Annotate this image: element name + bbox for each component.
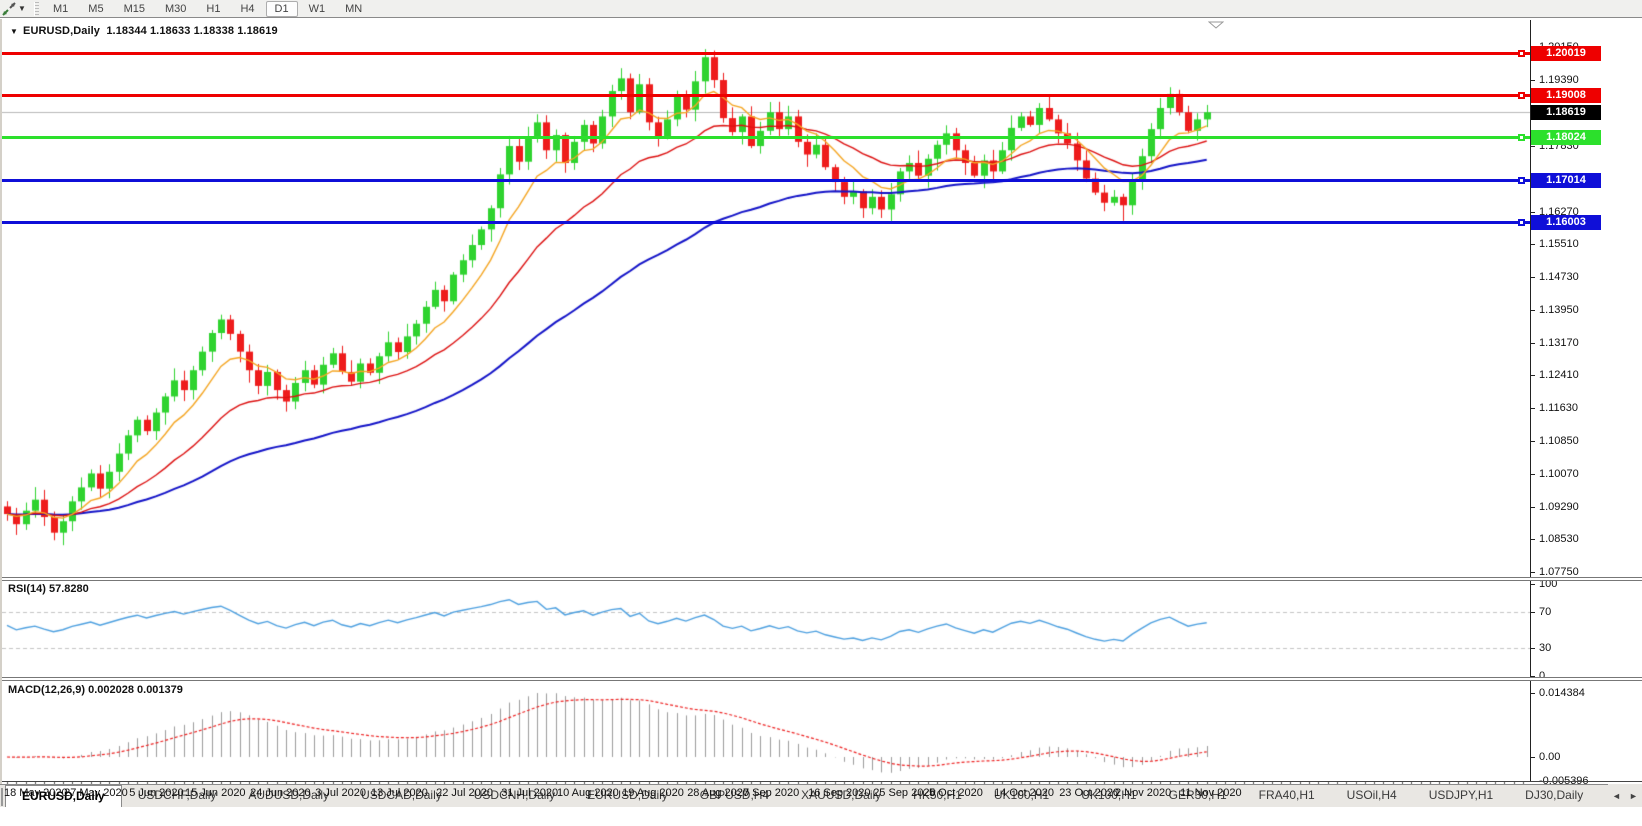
macd-axis-label: 0.00 xyxy=(1539,751,1560,763)
date-axis-label: 2 Nov 2020 xyxy=(1115,787,1171,799)
chart-tab-dj30-daily[interactable]: DJ30,Daily xyxy=(1509,785,1599,807)
rsi-splitter[interactable] xyxy=(2,577,1642,581)
price-axis-label: 1.09290 xyxy=(1539,501,1579,513)
date-axis-label: 23 Oct 2020 xyxy=(1059,787,1119,799)
resistance-line-handle[interactable] xyxy=(1518,50,1525,57)
price-axis-label: 1.10850 xyxy=(1539,435,1579,447)
chevron-down-icon[interactable]: ▼ xyxy=(18,4,30,13)
chart-title: ▼ EURUSD,Daily 1.18344 1.18633 1.18338 1.… xyxy=(10,25,278,37)
support-line-handle[interactable] xyxy=(1518,219,1525,226)
price-axis-label: 1.11630 xyxy=(1539,402,1578,414)
timeframe-button-h1[interactable]: H1 xyxy=(197,1,229,17)
rsi-label: RSI(14) 57.8280 xyxy=(8,583,89,595)
date-axis-label: 13 Jul 2020 xyxy=(371,787,428,799)
timeframe-button-w1[interactable]: W1 xyxy=(300,1,335,17)
date-axis-label: 31 Jul 2020 xyxy=(501,787,558,799)
support-line[interactable] xyxy=(2,179,1530,182)
macd-splitter[interactable] xyxy=(2,677,1642,681)
date-axis-label: 7 Sep 2020 xyxy=(743,787,799,799)
timeframe-button-m15[interactable]: M15 xyxy=(115,1,154,17)
timeframe-button-m5[interactable]: M5 xyxy=(79,1,112,17)
rsi-axis-label: 30 xyxy=(1539,642,1551,654)
support-line-handle[interactable] xyxy=(1518,177,1525,184)
tab-scroll-left-icon[interactable]: ◄ xyxy=(1612,791,1621,801)
date-axis-label: 3 Jul 2020 xyxy=(315,787,366,799)
timeframe-button-m30[interactable]: M30 xyxy=(156,1,195,17)
chart-tab-fra40-h1[interactable]: FRA40,H1 xyxy=(1243,785,1331,807)
rsi-axis-label: 70 xyxy=(1539,606,1551,618)
date-axis-label: 27 May 2020 xyxy=(64,787,128,799)
chart-shift-marker[interactable] xyxy=(1208,21,1224,29)
price-axis-label: 1.13950 xyxy=(1539,304,1579,316)
price-level-badge: 1.18024 xyxy=(1531,130,1601,145)
support-line[interactable] xyxy=(2,221,1530,224)
date-axis-label: 5 Oct 2020 xyxy=(929,787,983,799)
date-axis-label: 16 Sep 2020 xyxy=(808,787,870,799)
price-level-badge: 1.19008 xyxy=(1531,88,1601,103)
pivot-line-handle[interactable] xyxy=(1518,134,1525,141)
price-axis-label: 1.19390 xyxy=(1539,74,1579,86)
date-axis-label: 18 May 2020 xyxy=(4,787,68,799)
price-level-badge: 1.20019 xyxy=(1531,46,1601,61)
main-chart-canvas[interactable] xyxy=(2,20,1530,577)
price-axis-label: 1.12410 xyxy=(1539,369,1579,381)
chart-symbol-period: EURUSD,Daily xyxy=(23,25,100,37)
resistance-line[interactable] xyxy=(2,94,1530,97)
price-axis-label: 1.15510 xyxy=(1539,238,1579,250)
date-axis-label: 5 Jun 2020 xyxy=(129,787,183,799)
date-axis-label: 15 Jun 2020 xyxy=(185,787,246,799)
date-axis-label: 11 Nov 2020 xyxy=(1180,787,1242,799)
chart-collapse-icon[interactable]: ▼ xyxy=(10,27,18,36)
tabbar-grip[interactable] xyxy=(1,788,3,806)
resistance-line[interactable] xyxy=(2,52,1530,55)
date-axis-label: 14 Oct 2020 xyxy=(994,787,1054,799)
timeframe-button-m1[interactable]: M1 xyxy=(44,1,77,17)
date-axis-label: 19 Aug 2020 xyxy=(622,787,684,799)
chart-tab-usdjpy-h1[interactable]: USDJPY,H1 xyxy=(1413,785,1509,807)
tab-scroll-right-icon[interactable]: ► xyxy=(1629,791,1638,801)
rsi-panel-canvas[interactable] xyxy=(2,581,1530,677)
tab-scroll-buttons: ◄ ► xyxy=(1608,784,1642,807)
resistance-line-handle[interactable] xyxy=(1518,92,1525,99)
chart-window: ▼ EURUSD,Daily 1.18344 1.18633 1.18338 1.… xyxy=(0,19,1642,803)
toolbar-grip[interactable] xyxy=(34,2,39,16)
timeframe-button-h4[interactable]: H4 xyxy=(231,1,263,17)
timeframe-button-mn[interactable]: MN xyxy=(336,1,371,17)
timeframe-button-d1[interactable]: D1 xyxy=(266,1,298,17)
price-axis-label: 1.13170 xyxy=(1539,337,1579,349)
current-price-badge: 1.18619 xyxy=(1531,105,1601,120)
chart-tab-usoil-h4[interactable]: USOil,H4 xyxy=(1331,785,1413,807)
date-axis-label: 24 Jun 2020 xyxy=(250,787,311,799)
date-axis-label: 10 Aug 2020 xyxy=(557,787,619,799)
price-level-badge: 1.16003 xyxy=(1531,215,1601,230)
timeframe-buttons: M1M5M15M30H1H4D1W1MN xyxy=(43,3,372,15)
macd-panel-canvas[interactable] xyxy=(2,681,1530,781)
price-level-badge: 1.17014 xyxy=(1531,173,1601,188)
pivot-line[interactable] xyxy=(2,136,1530,139)
price-axis-label: 1.14730 xyxy=(1539,271,1579,283)
chart-tools-icon[interactable] xyxy=(0,1,18,17)
date-axis-label: 28 Aug 2020 xyxy=(687,787,749,799)
date-axis-label: 25 Sep 2020 xyxy=(873,787,935,799)
timeframe-toolbar: ▼ M1M5M15M30H1H4D1W1MN xyxy=(0,0,1642,18)
macd-label: MACD(12,26,9) 0.002028 0.001379 xyxy=(8,684,183,696)
price-axis-label: 1.08530 xyxy=(1539,533,1579,545)
chart-tools-icon-glyph xyxy=(2,2,16,16)
trading-terminal: ▼ M1M5M15M30H1H4D1W1MN ▼ EURUSD,Daily 1.1… xyxy=(0,0,1642,826)
macd-axis-label: 0.014384 xyxy=(1539,687,1585,699)
price-axis-label: 1.10070 xyxy=(1539,468,1579,480)
chart-ohlc-values: 1.18344 1.18633 1.18338 1.18619 xyxy=(106,25,277,37)
date-axis-border xyxy=(2,781,1642,782)
date-axis-label: 22 Jul 2020 xyxy=(436,787,493,799)
